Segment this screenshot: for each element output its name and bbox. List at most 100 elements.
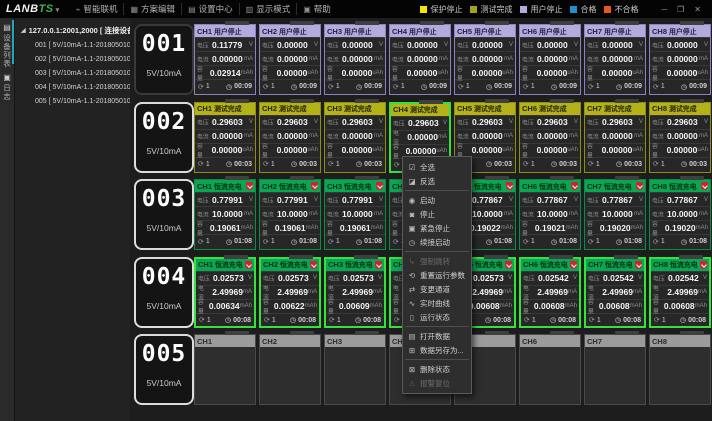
channel-card[interactable]: CH8 bbox=[649, 334, 711, 405]
context-menu-item-打开数据[interactable]: ▤打开数据 bbox=[403, 329, 471, 343]
tree-device-item[interactable]: 003 [ 5V/10mA-1.1-20180501003 ] bbox=[15, 66, 130, 80]
context-menu-item-停止[interactable]: ◙停止 bbox=[403, 207, 471, 221]
context-menu-item-反选[interactable]: ◪反选 bbox=[403, 174, 471, 188]
context-menu-item-重置运行参数[interactable]: ⟲重置运行参数 bbox=[403, 268, 471, 282]
context-menu-item-续接启动[interactable]: ◷续接启动 bbox=[403, 235, 471, 249]
context-menu-item-删除状态[interactable]: ⊠删除状态 bbox=[403, 362, 471, 376]
channel-card[interactable]: CH8恒流充电电压0.02542V电流2.49969mA容量0.00608mAh… bbox=[649, 257, 711, 328]
loop-icon: ⟳ bbox=[263, 238, 269, 246]
channel-card[interactable]: CH6 bbox=[519, 334, 581, 405]
context-menu-item-全选[interactable]: ☑全选 bbox=[403, 160, 471, 174]
channel-card[interactable]: CH1恒流充电电压0.02573V电流2.49969mA容量0.00634mAh… bbox=[194, 257, 256, 328]
channel-card[interactable]: CH3 bbox=[324, 334, 386, 405]
context-menu-item-label: 紧急停止 bbox=[420, 223, 450, 234]
elapsed-time: ◷01:08 bbox=[356, 238, 382, 246]
context-menu-item-变更通道[interactable]: ⇄变更通道 bbox=[403, 282, 471, 296]
tree-device-item[interactable]: 002 [ 5V/10mA-1.1-20180501002 ] bbox=[15, 52, 130, 66]
channel-card[interactable]: CH2恒流充电电压0.02573V电流2.49969mA容量0.00622mAh… bbox=[259, 257, 321, 328]
channel-name: CH1 bbox=[197, 104, 212, 113]
menu-item-方案编辑[interactable]: ▦方案编辑 bbox=[123, 3, 181, 15]
menu-item-帮助[interactable]: ▣帮助 bbox=[296, 3, 337, 15]
channel-card[interactable]: CH2恒流充电电压0.77991V电流10.0000mA容量0.19061mAh… bbox=[259, 179, 321, 250]
context-menu-item-实时曲线[interactable]: ∿实时曲线 bbox=[403, 296, 471, 310]
channel-card[interactable]: CH3恒流充电电压0.77991V电流10.0000mA容量0.19061mAh… bbox=[324, 179, 386, 250]
context-menu-item-数据另存为...[interactable]: ⊞数据另存为... bbox=[403, 343, 471, 357]
channel-card[interactable]: CH3测试完成电压0.29603V电流0.00000mA容量0.00000uAh… bbox=[324, 102, 386, 173]
time-value: 00:08 bbox=[688, 317, 706, 324]
channel-card[interactable]: CH1用户停止电压0.11779V电流0.00000mA容量0.02914mAh… bbox=[194, 24, 256, 95]
battery-terminal-tab bbox=[615, 21, 639, 25]
device-panel[interactable]: 0015V/10mA bbox=[134, 24, 194, 95]
clock-icon: ◷ bbox=[681, 238, 687, 246]
channel-card[interactable]: CH1测试完成电压0.29603V电流0.00000mA容量0.00000uAh… bbox=[194, 102, 256, 173]
elapsed-time: ◷00:08 bbox=[225, 316, 251, 324]
channel-card[interactable]: CH8测试完成电压0.29603V电流0.00000mA容量0.00000uAh… bbox=[649, 102, 711, 173]
time-value: 00:08 bbox=[558, 317, 576, 324]
channel-card[interactable]: CH6用户停止电压0.00000V电流0.00000mA容量0.00000uAh… bbox=[519, 24, 581, 95]
capacity-value: 0.02914 bbox=[210, 68, 241, 78]
channel-card[interactable]: CH3用户停止电压0.00000V电流0.00000mA容量0.00000uAh… bbox=[324, 24, 386, 95]
channel-name: CH6 bbox=[522, 182, 537, 191]
voltage-value: 0.29603 bbox=[277, 117, 308, 127]
channel-card[interactable]: CH8用户停止电压0.00000V电流0.00000mA容量0.00000uAh… bbox=[649, 24, 711, 95]
context-menu-item-启动[interactable]: ◉启动 bbox=[403, 193, 471, 207]
channel-card[interactable]: CH7用户停止电压0.00000V电流0.00000mA容量0.00000uAh… bbox=[584, 24, 646, 95]
maximize-button[interactable]: ❐ bbox=[672, 5, 689, 14]
current-value: 2.49969 bbox=[667, 287, 698, 297]
voltage-value: 0.77867 bbox=[602, 195, 633, 205]
channel-card[interactable]: CH6测试完成电压0.29603V电流0.00000mA容量0.00000uAh… bbox=[519, 102, 581, 173]
loop-icon: ⟳ bbox=[523, 83, 529, 91]
channel-name: CH4 bbox=[392, 27, 407, 36]
tree-device-item[interactable]: 004 [ 5V/10mA-1.1-20180501004 ] bbox=[15, 80, 130, 94]
loop-count: 1 bbox=[596, 238, 600, 245]
channel-card[interactable]: CH4用户停止电压0.00000V电流0.00000mA容量0.00000uAh… bbox=[389, 24, 451, 95]
device-panel[interactable]: 0025V/10mA bbox=[134, 102, 194, 173]
channel-card[interactable]: CH2用户停止电压0.00000V电流0.00000mA容量0.00000uAh… bbox=[259, 24, 321, 95]
channel-card[interactable]: CH5用户停止电压0.00000V电流0.00000mA容量0.00000uAh… bbox=[454, 24, 516, 95]
time-value: 00:03 bbox=[494, 161, 512, 168]
voltage-row: 电压0.77867V bbox=[520, 192, 580, 206]
channel-card[interactable]: CH1恒流充电电压0.77991V电流10.0000mA容量0.19061mAh… bbox=[194, 179, 256, 250]
device-panel[interactable]: 0035V/10mA bbox=[134, 179, 194, 250]
current-value: 0.00000 bbox=[667, 54, 698, 64]
minimize-button[interactable]: ─ bbox=[656, 5, 672, 14]
tree-children: 001 [ 5V/10mA-1.1-20180501001 ]002 [ 5V/… bbox=[15, 38, 130, 108]
elapsed-time: ◷00:03 bbox=[356, 160, 382, 168]
channel-card[interactable]: CH2 bbox=[259, 334, 321, 405]
menu-item-智能联机[interactable]: ⌁智能联机 bbox=[70, 3, 124, 15]
channel-card[interactable]: CH7恒流充电电压0.02542V电流2.49969mA容量0.00608mAh… bbox=[584, 257, 646, 328]
device-number: 001 bbox=[136, 32, 192, 56]
loop-count: 1 bbox=[401, 83, 405, 90]
voltage-label: 电压 bbox=[327, 40, 339, 49]
channel-card[interactable]: CH3恒流充电电压0.02573V电流2.49969mA容量0.00609mAh… bbox=[324, 257, 386, 328]
vertical-tab-日志[interactable]: ▣日志 bbox=[0, 68, 14, 101]
channel-card[interactable]: CH6恒流充电电压0.02542V电流2.49969mA容量0.00608mAh… bbox=[519, 257, 581, 328]
device-panel[interactable]: 0045V/10mA bbox=[134, 257, 194, 328]
chevron-down-icon[interactable]: ▾ bbox=[56, 7, 60, 14]
device-panel[interactable]: 0055V/10mA bbox=[134, 334, 194, 405]
menu-item-显示模式[interactable]: ▥显示模式 bbox=[239, 3, 297, 15]
loop-count: 1 bbox=[531, 238, 535, 245]
channel-card[interactable]: CH7恒流充电电压0.77867V电流10.0000mA容量0.19020mAh… bbox=[584, 179, 646, 250]
voltage-row: 电压0.11779V bbox=[195, 37, 255, 51]
tree-root-node[interactable]: ◢ 127.0.0.1:2001,2000 [ 连接设备5 台 ] bbox=[15, 18, 130, 38]
loop-count: 1 bbox=[271, 238, 275, 245]
battery-terminal-tab bbox=[615, 99, 639, 103]
app-logo[interactable]: LANBTS▾ bbox=[6, 3, 60, 15]
menu-item-设置中心[interactable]: ▤设置中心 bbox=[181, 3, 239, 15]
tree-device-item[interactable]: 001 [ 5V/10mA-1.1-20180501001 ] bbox=[15, 38, 130, 52]
close-button[interactable]: ✕ bbox=[689, 5, 706, 14]
context-menu-item-运行状态[interactable]: ▯运行状态 bbox=[403, 310, 471, 324]
protection-shield-icon bbox=[636, 182, 643, 190]
channel-card[interactable]: CH7测试完成电压0.29603V电流0.00000mA容量0.00000uAh… bbox=[584, 102, 646, 173]
channel-card[interactable]: CH2测试完成电压0.29603V电流0.00000mA容量0.00000uAh… bbox=[259, 102, 321, 173]
channel-card[interactable]: CH6恒流充电电压0.77867V电流10.0000mA容量0.19021mAh… bbox=[519, 179, 581, 250]
tree-device-item[interactable]: 005 [ 5V/10mA-1.1-20180501005 ] bbox=[15, 94, 130, 108]
time-value: 00:09 bbox=[689, 83, 707, 90]
channel-card[interactable]: CH1 bbox=[194, 334, 256, 405]
context-menu-item-紧急停止[interactable]: ▣紧急停止 bbox=[403, 221, 471, 235]
battery-terminal-tab bbox=[485, 21, 509, 25]
channel-card[interactable]: CH8恒流充电电压0.77867V电流10.0000mA容量0.19020mAh… bbox=[649, 179, 711, 250]
channel-card[interactable]: CH7 bbox=[584, 334, 646, 405]
tree-expand-icon[interactable]: ◢ bbox=[21, 27, 26, 34]
